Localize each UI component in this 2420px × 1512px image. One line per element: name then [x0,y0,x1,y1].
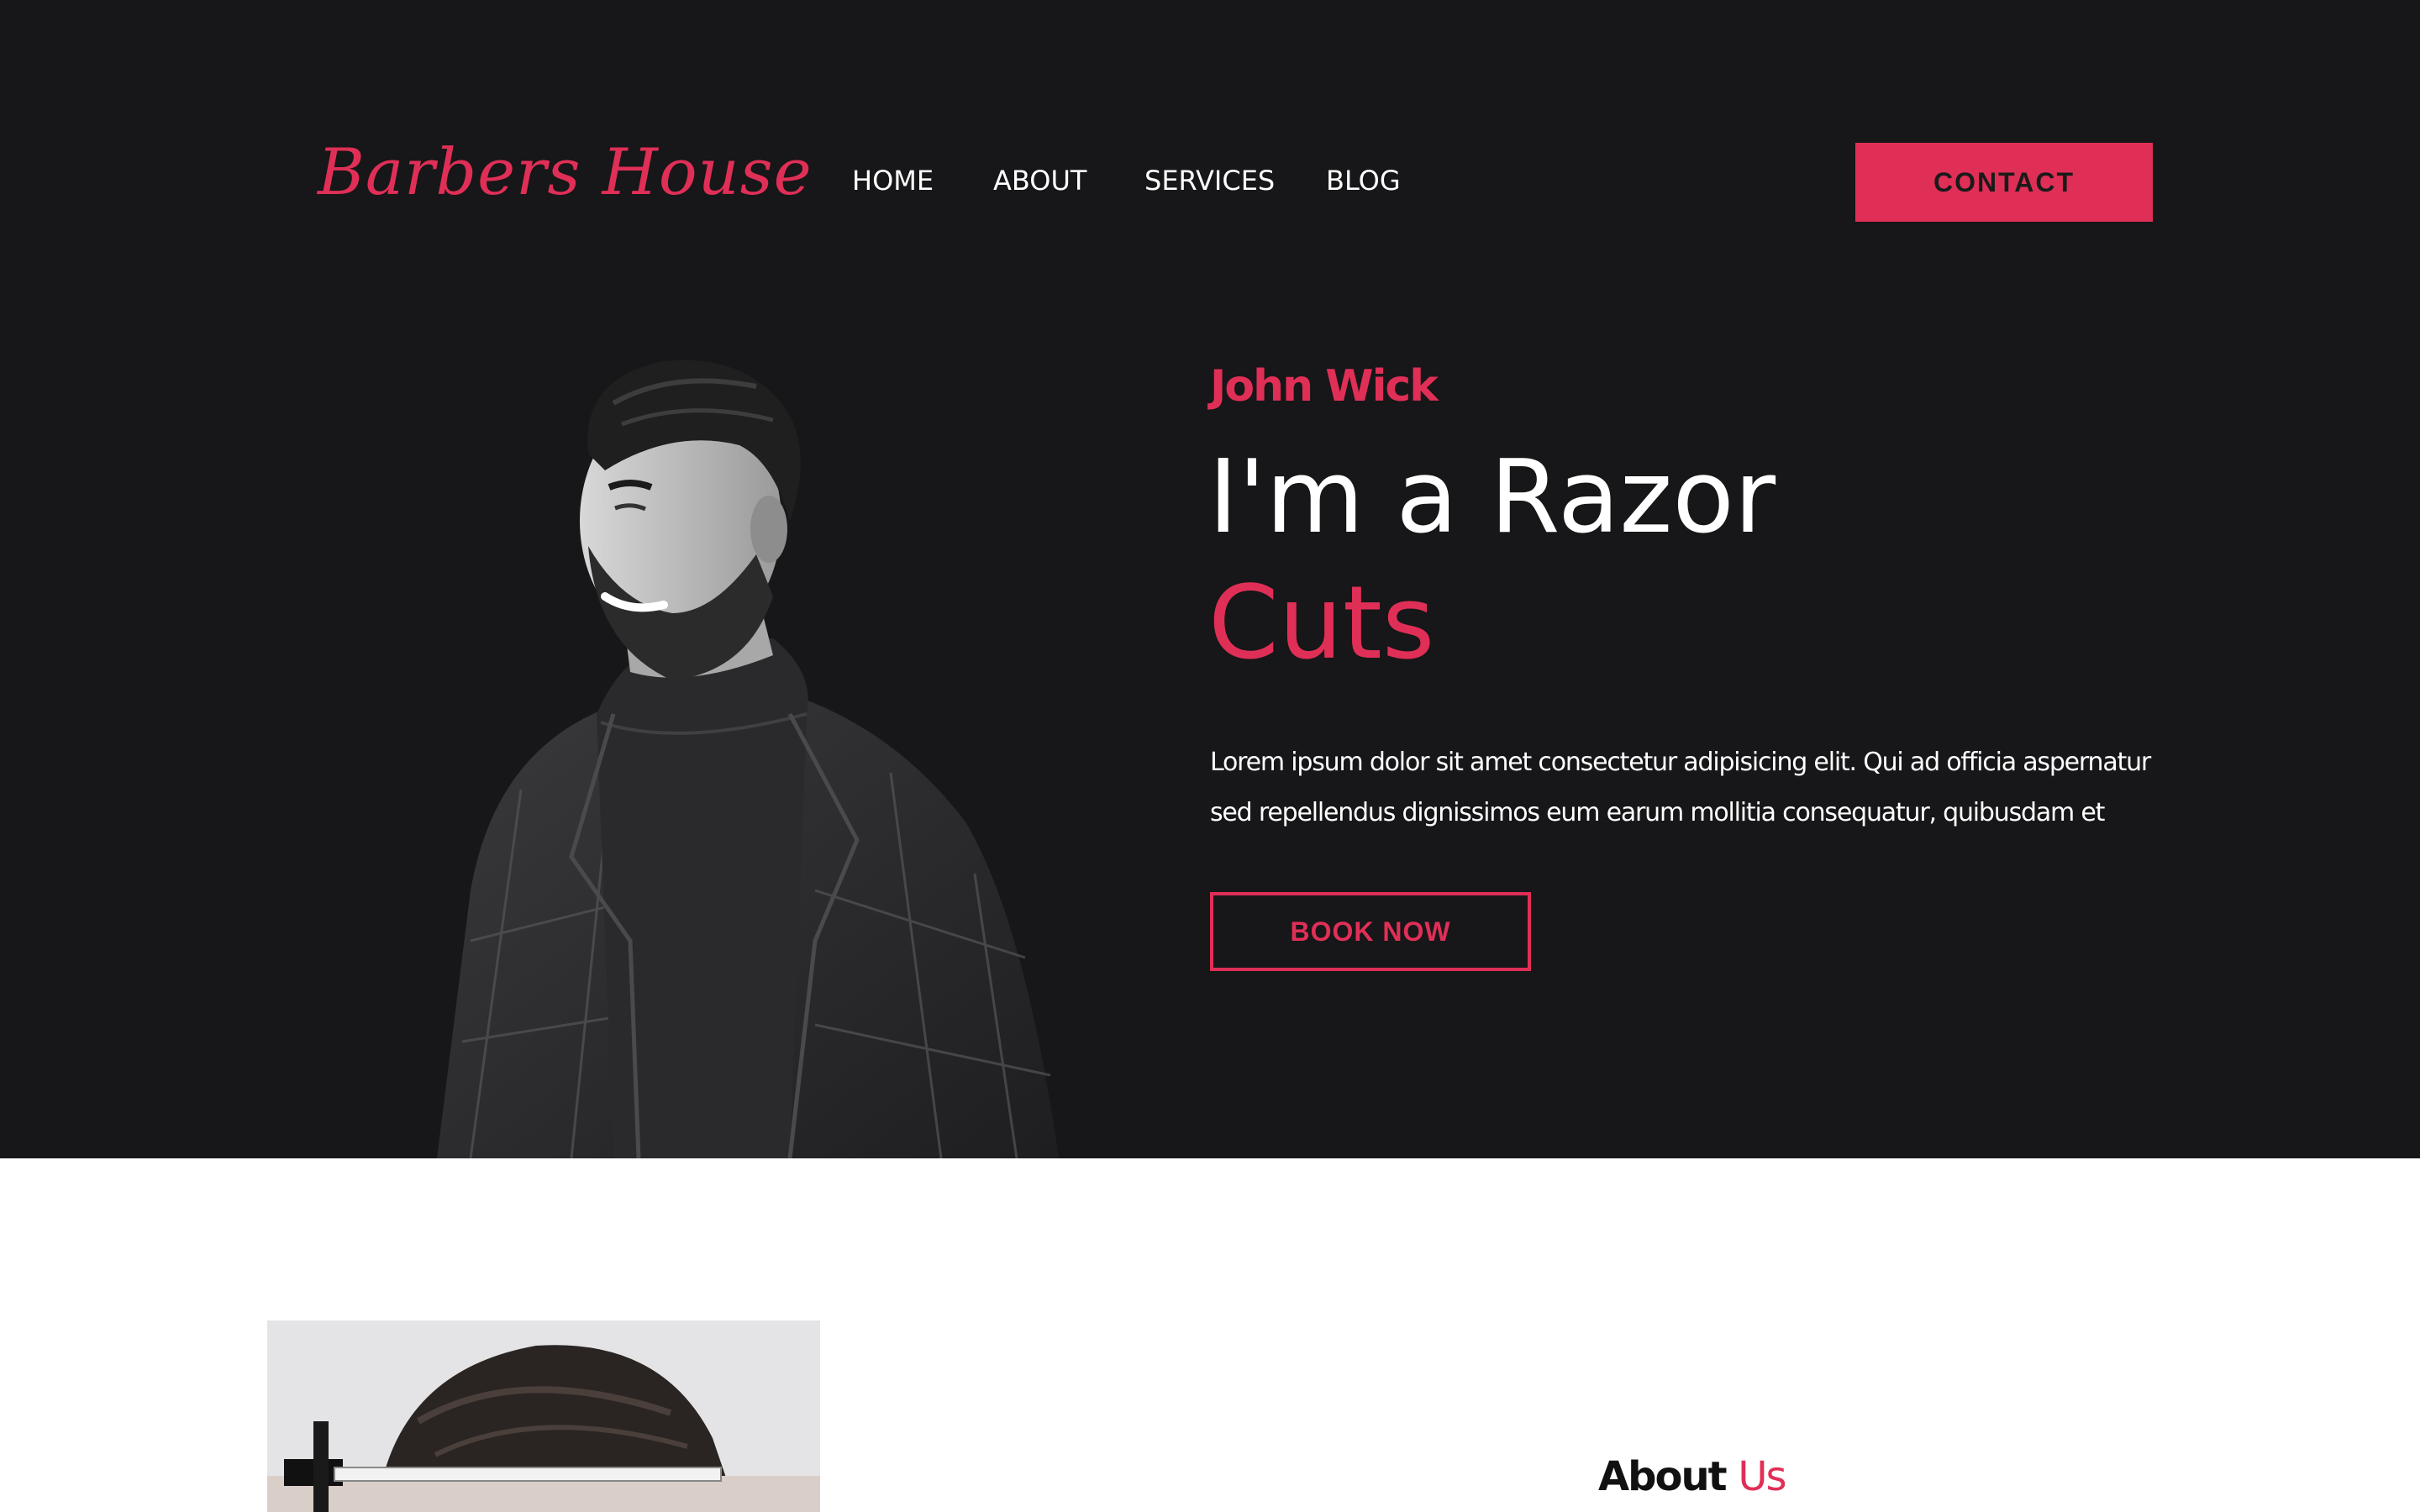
nav-item-services[interactable]: SERVICES [1144,165,1275,197]
barber-portrait [437,360,1059,1158]
nav-item-about[interactable]: ABOUT [993,165,1086,197]
site-logo[interactable]: Barbers House [318,134,813,209]
about-title-part2: Us [1738,1453,1786,1500]
hero-headline: I'm a Razor Cuts [1208,435,1776,687]
contact-button[interactable]: CONTACT [1855,143,2153,222]
razor-haircut-photo [267,1320,820,1512]
headline-line-2: Cuts [1208,565,1435,682]
hero-description: Lorem ipsum dolor sit amet consectetur a… [1210,748,2151,827]
book-now-button[interactable]: BOOK NOW [1210,892,1531,971]
headline-line-1: I'm a Razor [1208,439,1776,556]
nav-item-home[interactable]: HOME [852,165,934,197]
hero-name: John Wick [1210,361,1439,412]
about-title-part1: About [1598,1453,1728,1500]
about-title: About Us [1598,1453,1786,1500]
about-image [267,1320,820,1512]
nav-item-blog[interactable]: BLOG [1326,165,1401,197]
hero-section: Barbers House HOME ABOUT SERVICES BLOG C… [0,0,2420,1158]
